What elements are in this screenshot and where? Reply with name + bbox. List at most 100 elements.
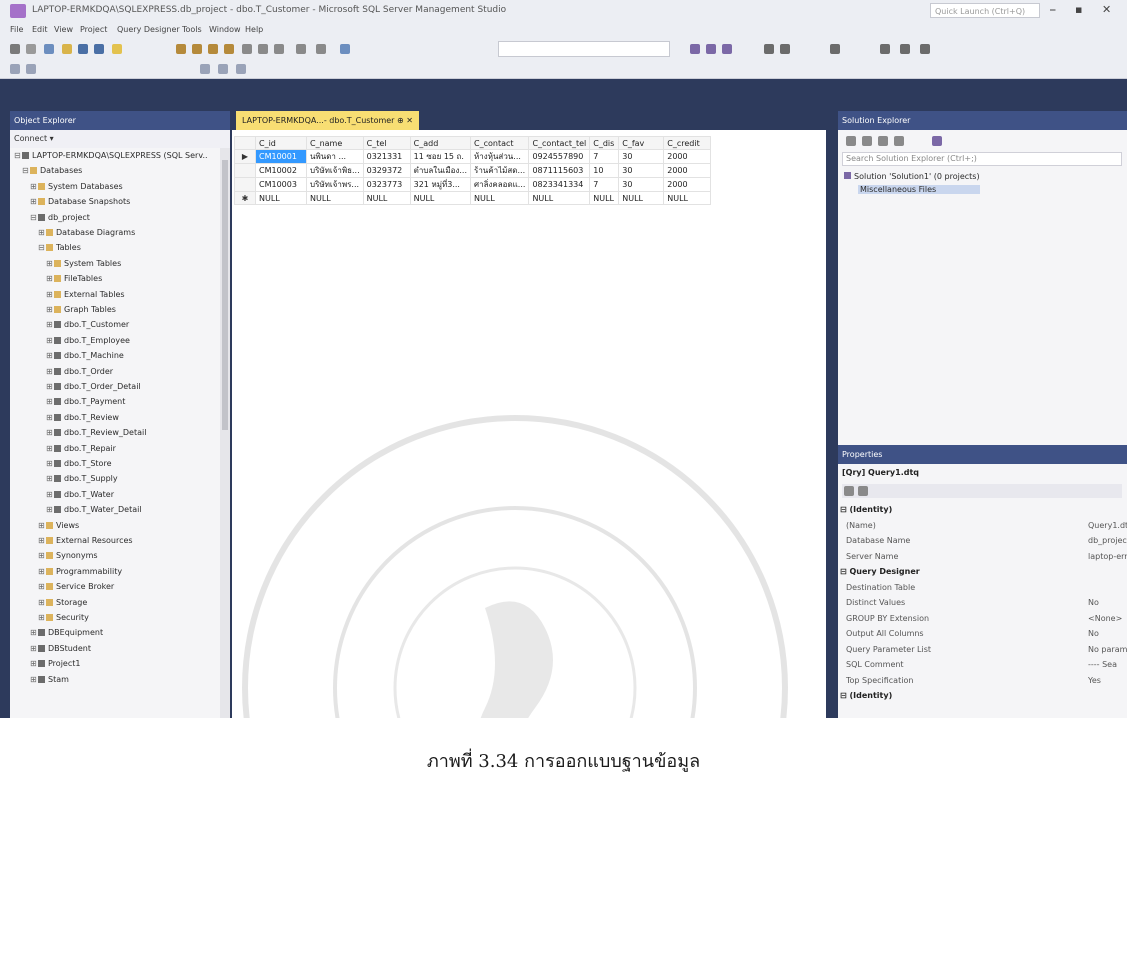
grid-cell[interactable]: 2000 <box>663 149 712 164</box>
table-row[interactable]: ▶ CM10001 นพินดา ... 0321331 11 ซอย 15 ถ. ห้า… <box>234 149 712 164</box>
tree-node[interactable]: ⊞ dbo.T_Customer <box>46 319 129 331</box>
column-header[interactable]: C_add <box>409 136 472 150</box>
tree-node[interactable]: ⊟ LAPTOP-ERMKDQA\SQLEXPRESS (SQL Serv.. <box>14 150 208 162</box>
solution-explorer-icon[interactable] <box>722 44 732 54</box>
expander-icon[interactable]: ⊞ <box>46 350 53 362</box>
column-header[interactable]: C_id <box>255 136 307 150</box>
connect-dropdown[interactable]: Connect ▾ <box>14 134 54 143</box>
grid-cell[interactable]: 7 <box>589 177 620 192</box>
menu-window[interactable]: Window <box>209 25 241 34</box>
grid-cell[interactable]: 10 <box>589 163 620 178</box>
tree-node[interactable]: ⊞ dbo.T_Water <box>46 489 114 501</box>
expander-icon[interactable]: ⊞ <box>46 458 53 470</box>
menu-tools[interactable]: Tools <box>182 25 202 34</box>
tab-dbo-t-customer[interactable]: LAPTOP-ERMKDQA...- dbo.T_Customer ⊕ ✕ <box>236 111 419 130</box>
property-row[interactable]: Destination Table <box>838 582 1127 594</box>
open-file-icon[interactable] <box>62 44 72 54</box>
tree-node[interactable]: ⊞ System Databases <box>30 181 123 193</box>
grid-cell[interactable]: NULL <box>255 191 307 205</box>
row-selector[interactable] <box>234 177 256 192</box>
expander-icon[interactable]: ⊞ <box>46 504 53 516</box>
tree-node[interactable]: ⊟ db_project <box>30 212 90 224</box>
categorized-icon[interactable] <box>844 486 854 496</box>
new-query-icon[interactable] <box>112 44 122 54</box>
tree-node[interactable]: ⊞ Service Broker <box>38 581 114 593</box>
column-header[interactable]: C_contact_tel <box>528 136 591 150</box>
properties-icon[interactable] <box>690 44 700 54</box>
grid-cell[interactable]: 7 <box>589 149 620 164</box>
paste-icon[interactable] <box>274 44 284 54</box>
expander-icon[interactable]: ⊞ <box>38 227 45 239</box>
table-row[interactable]: CM10003 บริษัทเจ้าพร... 0323773 321 หมู่ที่… <box>234 177 712 192</box>
grid-corner[interactable] <box>234 136 256 150</box>
dmx-query-icon[interactable] <box>224 44 234 54</box>
grid-cell[interactable]: 321 หมู่ที่3... <box>409 177 472 192</box>
tree-node[interactable]: ⊞ Database Snapshots <box>30 196 130 208</box>
copy-icon[interactable] <box>258 44 268 54</box>
grid-cell[interactable]: NULL <box>528 191 591 205</box>
property-row[interactable]: Database Name db_project <box>838 535 1127 547</box>
grid-cell[interactable]: CM10001 <box>255 149 307 164</box>
grid-cell[interactable]: 0871115603 <box>528 163 591 178</box>
menu-edit[interactable]: Edit <box>32 25 48 34</box>
solution-node[interactable]: Solution 'Solution1' (0 projects) <box>844 172 980 181</box>
expander-icon[interactable]: ⊞ <box>46 489 53 501</box>
grid-cell[interactable]: NULL <box>362 191 411 205</box>
grid-cell[interactable]: ร้านค้าไม้สด... <box>470 163 530 178</box>
expander-icon[interactable]: ⊞ <box>46 366 53 378</box>
solution-config-combo[interactable] <box>498 41 670 57</box>
grid-cell[interactable]: ห้างหุ้นส่วน... <box>470 149 530 164</box>
menu-query-designer[interactable]: Query Designer <box>117 25 180 34</box>
column-header[interactable]: C_fav <box>618 136 665 150</box>
object-explorer-scroll-thumb[interactable] <box>222 160 228 430</box>
property-category[interactable]: ⊟ (Identity) <box>838 690 1127 702</box>
grid-cell[interactable]: 30 <box>618 177 665 192</box>
expander-icon[interactable]: ⊞ <box>30 658 37 670</box>
undo-icon[interactable] <box>296 44 306 54</box>
tree-node[interactable]: ⊞ Stam <box>30 674 69 686</box>
grid-cell[interactable]: 0329372 <box>362 163 411 178</box>
grid-cell[interactable]: นพินดา ... <box>306 149 364 164</box>
execute-icon[interactable] <box>10 64 20 74</box>
tree-node[interactable]: ⊞ DBStudent <box>30 643 91 655</box>
refresh-icon[interactable] <box>862 136 872 146</box>
results-pane-icon[interactable] <box>218 64 228 74</box>
expander-icon[interactable]: ⊟ <box>30 212 37 224</box>
expander-icon[interactable]: ⊞ <box>46 273 53 285</box>
expander-icon[interactable]: ⊞ <box>30 181 37 193</box>
row-selector[interactable]: ▶ <box>234 149 256 164</box>
property-category[interactable]: ⊟ (Identity) <box>838 504 1127 516</box>
change-type-icon[interactable] <box>830 44 840 54</box>
menu-project[interactable]: Project <box>80 25 107 34</box>
menu-view[interactable]: View <box>54 25 73 34</box>
tree-node[interactable]: ⊞ dbo.T_Supply <box>46 473 118 485</box>
tree-node[interactable]: ⊞ dbo.T_Store <box>46 458 111 470</box>
tree-node[interactable]: ⊞ Programmability <box>38 566 122 578</box>
back-icon[interactable] <box>10 44 20 54</box>
column-header[interactable]: C_dis <box>589 136 620 150</box>
row-selector[interactable]: ✱ <box>234 191 256 205</box>
tree-node[interactable]: ⊞ dbo.T_Review_Detail <box>46 427 146 439</box>
expander-icon[interactable]: ⊞ <box>46 319 53 331</box>
properties-small-icon[interactable] <box>932 136 942 146</box>
expander-icon[interactable]: ⊞ <box>38 566 45 578</box>
expander-icon[interactable]: ⊞ <box>38 535 45 547</box>
tree-node[interactable]: ⊞ Project1 <box>30 658 80 670</box>
expander-icon[interactable]: ⊟ <box>22 165 29 177</box>
tree-node[interactable]: ⊞ dbo.T_Water_Detail <box>46 504 142 516</box>
row-selector[interactable] <box>234 163 256 178</box>
grid-cell[interactable]: 0823341334 <box>528 177 591 192</box>
tree-node[interactable]: ⊞ Storage <box>38 597 87 609</box>
property-row[interactable]: Query Parameter List No paramet <box>838 644 1127 656</box>
tree-node[interactable]: ⊞ dbo.T_Order <box>46 366 113 378</box>
solution-explorer-search[interactable]: Search Solution Explorer (Ctrl+;) <box>842 152 1122 166</box>
grid-cell[interactable]: 0323773 <box>362 177 411 192</box>
grid-cell[interactable]: 30 <box>618 163 665 178</box>
expander-icon[interactable]: ⊞ <box>46 443 53 455</box>
home-icon[interactable] <box>846 136 856 146</box>
tree-node[interactable]: ⊟ Tables <box>38 242 81 254</box>
tree-node[interactable]: ⊞ Database Diagrams <box>38 227 135 239</box>
expander-icon[interactable]: ⊞ <box>38 520 45 532</box>
property-row[interactable]: Distinct Values No <box>838 597 1127 609</box>
expander-icon[interactable]: ⊞ <box>46 304 53 316</box>
